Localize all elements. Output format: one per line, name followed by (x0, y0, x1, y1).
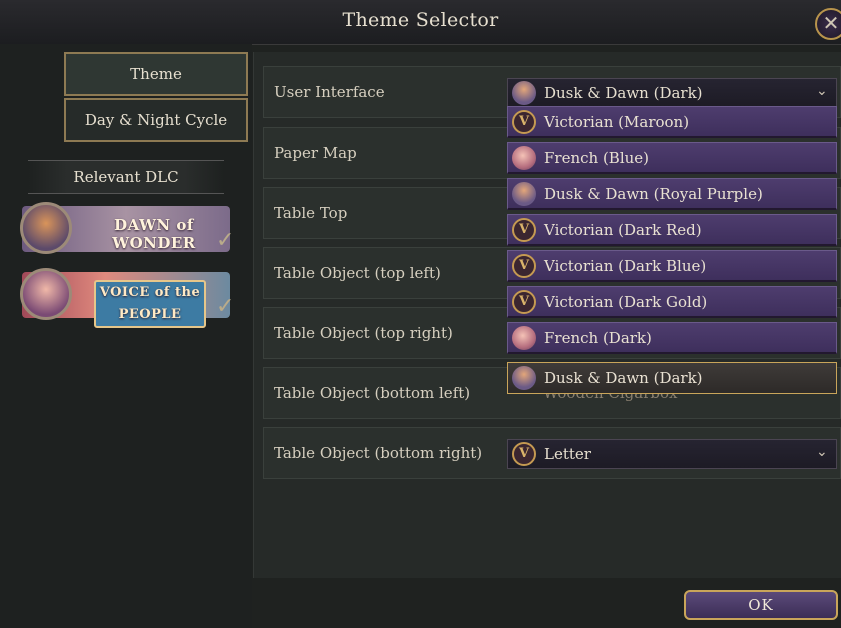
setting-label: Table Top (274, 204, 348, 222)
dusk-icon (512, 81, 536, 105)
victorian-icon: V (512, 442, 536, 466)
french-icon (512, 146, 536, 170)
victorian-icon: V (512, 254, 536, 278)
dusk-icon (512, 182, 536, 206)
tab-day-night-cycle[interactable]: Day & Night Cycle (64, 98, 248, 142)
dawn-of-wonder-emblem-icon (20, 202, 72, 254)
dawn-of-wonder-owned-check-icon: ✓ (216, 228, 235, 253)
dropdown-option-label: Victorian (Maroon) (544, 113, 690, 131)
setting-label: Table Object (top right) (274, 324, 453, 342)
dawn-of-wonder-logo: DAWN of WONDER (112, 216, 196, 252)
dropdown-option-label: Dusk & Dawn (Dark) (544, 369, 703, 387)
window-title: Theme Selector (342, 9, 499, 31)
french-icon (512, 326, 536, 350)
voice-of-the-people-logo: VOICE of the PEOPLE (94, 280, 206, 328)
close-button[interactable]: ✕ (815, 8, 841, 40)
dlc-voice-of-the-people-banner[interactable]: VOICE of the PEOPLE (20, 268, 230, 328)
dropdown-option-label: French (Dark) (544, 329, 652, 347)
user-interface-value: Dusk & Dawn (Dark) (544, 84, 703, 102)
setting-label: Table Object (bottom left) (274, 384, 471, 402)
dropdown-option-label: Victorian (Dark Red) (544, 221, 702, 239)
dropdown-option[interactable]: V Victorian (Dark Blue) (507, 250, 837, 282)
dropdown-option[interactable]: Dusk & Dawn (Royal Purple) (507, 178, 837, 210)
dropdown-option[interactable]: V Victorian (Maroon) (507, 106, 837, 138)
close-icon: ✕ (822, 11, 840, 35)
dropdown-option[interactable]: French (Dark) (507, 322, 837, 354)
setting-label: Table Object (bottom right) (274, 444, 483, 462)
ok-button[interactable]: OK (684, 590, 838, 620)
victorian-icon: V (512, 110, 536, 134)
user-interface-select[interactable]: Dusk & Dawn (Dark) ⌄ (507, 78, 837, 108)
dropdown-option-label: French (Blue) (544, 149, 650, 167)
dropdown-option-selected[interactable]: Dusk & Dawn (Dark) (507, 362, 837, 394)
chevron-down-icon: ⌄ (816, 444, 828, 460)
dropdown-option[interactable]: V Victorian (Dark Red) (507, 214, 837, 246)
dropdown-option-label: Victorian (Dark Gold) (544, 293, 708, 311)
bottom-right-object-value: Letter (544, 445, 591, 463)
victorian-icon: V (512, 290, 536, 314)
relevant-dlc-header: Relevant DLC (28, 160, 224, 194)
dropdown-option[interactable]: V Victorian (Dark Gold) (507, 286, 837, 318)
title-bar: Theme Selector (0, 0, 841, 45)
dlc-dawn-of-wonder-banner[interactable]: DAWN of WONDER (20, 202, 230, 254)
dropdown-option-label: Victorian (Dark Blue) (544, 257, 707, 275)
table-object-bottom-right-select[interactable]: V Letter ⌄ (507, 439, 837, 469)
voice-of-the-people-owned-check-icon: ✓ (216, 294, 235, 319)
setting-label: Paper Map (274, 144, 357, 162)
tab-theme[interactable]: Theme (64, 52, 248, 96)
voice-of-the-people-emblem-icon (20, 268, 72, 320)
setting-label: User Interface (274, 83, 385, 101)
tab-theme-label: Theme (130, 65, 182, 83)
tab-day-night-label: Day & Night Cycle (84, 111, 228, 129)
dropdown-option[interactable]: French (Blue) (507, 142, 837, 174)
victorian-icon: V (512, 218, 536, 242)
dropdown-option-label: Dusk & Dawn (Royal Purple) (544, 185, 763, 203)
chevron-down-icon: ⌄ (816, 83, 828, 99)
setting-label: Table Object (top left) (274, 264, 441, 282)
dusk-icon (512, 366, 536, 390)
